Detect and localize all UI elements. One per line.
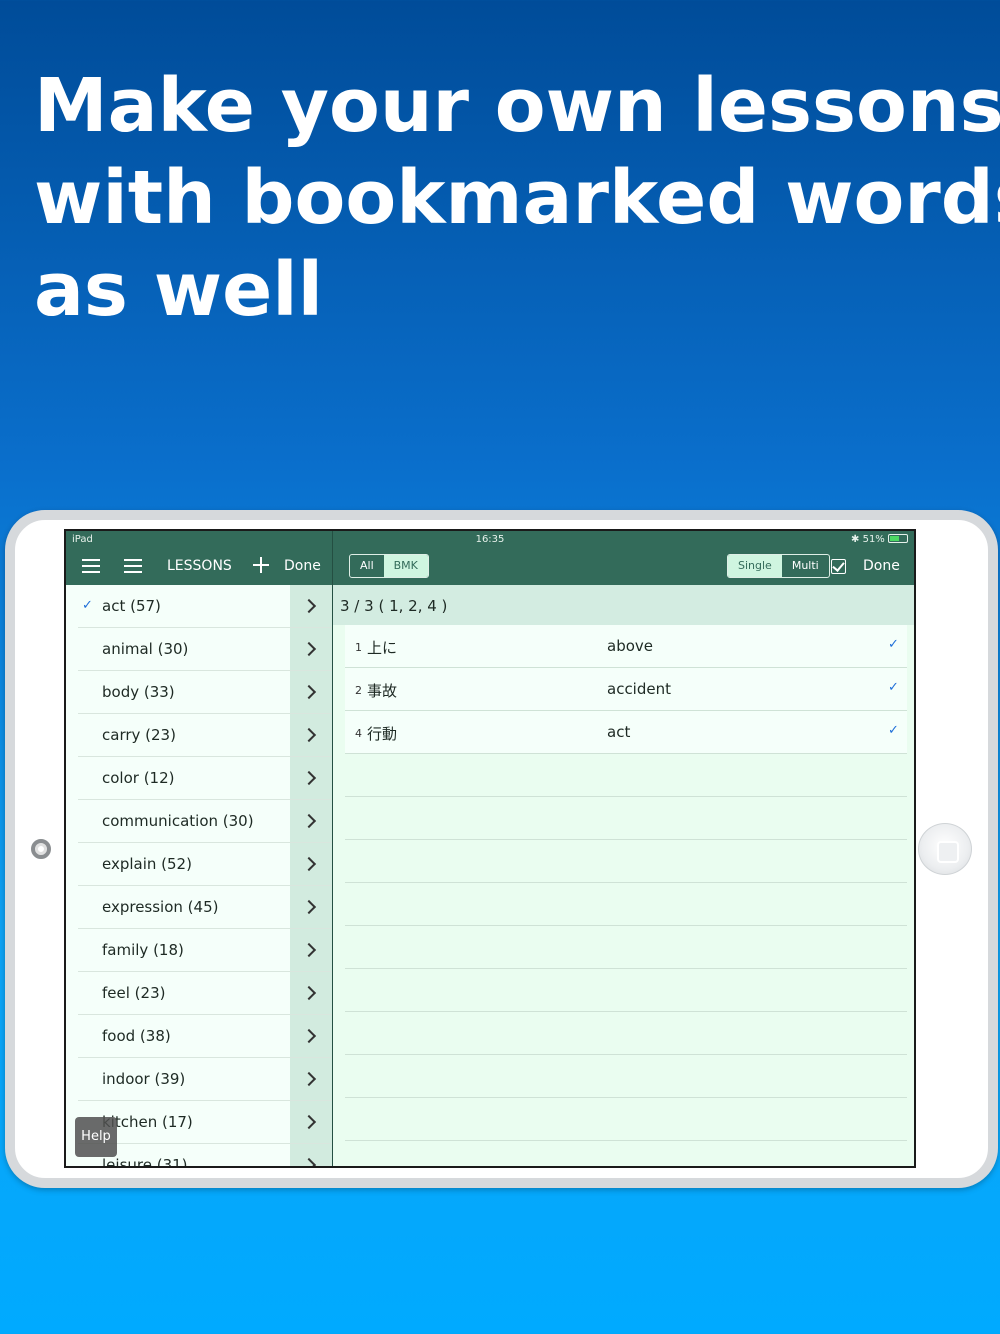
selection-summary: 3 / 3 ( 1, 2, 4 ) <box>333 585 914 625</box>
headline-line-3: as well <box>34 247 324 333</box>
bluetooth-icon: ✱ <box>851 534 860 545</box>
lesson-list: ✓ act (57) animal (30) body (33) carry (23) c… <box>66 585 332 1168</box>
word-row[interactable]: 2 事故 accident ✓ <box>345 668 907 711</box>
word-english: act <box>607 723 631 741</box>
word-number: 2 <box>355 684 362 697</box>
battery-icon <box>888 534 908 543</box>
empty-row <box>345 840 907 883</box>
headline-line-1: Make your own lessons <box>34 63 1000 149</box>
word-row[interactable]: 4 行動 act ✓ <box>345 711 907 754</box>
lesson-row[interactable]: ✓ act (57) <box>78 585 332 628</box>
empty-row <box>345 797 907 840</box>
lesson-label: carry (23) <box>102 726 176 744</box>
lesson-row[interactable]: body (33) <box>78 671 332 714</box>
lesson-label: color (12) <box>102 769 175 787</box>
lesson-label: family (18) <box>102 941 184 959</box>
list-icon[interactable] <box>124 559 142 573</box>
word-row[interactable]: 1 上に above ✓ <box>345 625 907 668</box>
lesson-label: food (38) <box>102 1027 171 1045</box>
help-button[interactable]: Help <box>75 1117 117 1157</box>
empty-row <box>345 754 907 797</box>
lesson-label: indoor (39) <box>102 1070 186 1088</box>
lesson-row[interactable]: feel (23) <box>78 972 332 1015</box>
battery-indicator: ✱ 51% <box>851 534 908 545</box>
empty-row <box>345 883 907 926</box>
mode-segmented-control: Single Multi <box>727 554 830 578</box>
mode-single-segment[interactable]: Single <box>728 555 782 577</box>
lesson-label: explain (52) <box>102 855 192 873</box>
battery-percent: 51% <box>862 534 885 545</box>
lesson-row[interactable]: animal (30) <box>78 628 332 671</box>
checkmark-icon: ✓ <box>888 723 899 738</box>
filter-bmk-segment[interactable]: BMK <box>383 555 428 577</box>
headline-line-2: with bookmarked words <box>34 155 1000 241</box>
checkbox-icon[interactable] <box>831 559 846 574</box>
word-english: above <box>607 637 653 655</box>
mode-multi-segment[interactable]: Multi <box>782 555 829 577</box>
word-japanese: 事故 <box>367 682 398 700</box>
empty-row <box>345 1012 907 1055</box>
lesson-row[interactable]: food (38) <box>78 1015 332 1058</box>
home-button[interactable] <box>918 823 972 875</box>
lesson-row[interactable]: communication (30) <box>78 800 332 843</box>
empty-row <box>345 969 907 1012</box>
word-japanese: 行動 <box>367 725 398 743</box>
checkmark-icon: ✓ <box>82 598 93 613</box>
filter-segmented-control: All BMK <box>349 554 429 578</box>
lessons-done-button[interactable]: Done <box>284 558 321 574</box>
filter-all-segment[interactable]: All <box>350 555 384 577</box>
lesson-label: feel (23) <box>102 984 166 1002</box>
word-japanese: 上に <box>367 639 398 657</box>
lesson-row[interactable]: explain (52) <box>78 843 332 886</box>
lesson-row[interactable]: carry (23) <box>78 714 332 757</box>
lessons-title: LESSONS <box>167 558 232 574</box>
app-screen: LESSONS Done All BMK Single Multi Done i… <box>64 529 916 1168</box>
menu-icon[interactable] <box>82 559 100 573</box>
lesson-label: communication (30) <box>102 812 254 830</box>
words-done-button[interactable]: Done <box>863 558 900 574</box>
word-number: 4 <box>355 727 362 740</box>
empty-row <box>345 926 907 969</box>
add-lesson-button[interactable] <box>252 556 270 574</box>
empty-row <box>345 1141 907 1166</box>
lesson-label: leisure (31) <box>102 1156 188 1168</box>
lesson-label: body (33) <box>102 683 175 701</box>
lesson-label: animal (30) <box>102 640 189 658</box>
checkmark-icon: ✓ <box>888 680 899 695</box>
empty-row <box>345 1098 907 1141</box>
checkmark-icon: ✓ <box>888 637 899 652</box>
lesson-label: act (57) <box>102 597 161 615</box>
headline: Make your own lessons with bookmarked wo… <box>34 60 1000 336</box>
lesson-row[interactable]: indoor (39) <box>78 1058 332 1101</box>
word-number: 1 <box>355 641 362 654</box>
lesson-label: expression (45) <box>102 898 219 916</box>
camera-icon <box>31 839 51 859</box>
lesson-row[interactable]: expression (45) <box>78 886 332 929</box>
empty-row <box>345 1055 907 1098</box>
word-english: accident <box>607 680 671 698</box>
word-list-pane: 3 / 3 ( 1, 2, 4 ) 1 上に above ✓ 2 事故 accident ✓ 4… <box>332 585 914 1166</box>
status-bar: iPad 16:35 ✱ 51% <box>66 531 914 549</box>
lesson-row[interactable]: family (18) <box>78 929 332 972</box>
clock: 16:35 <box>475 534 505 545</box>
lesson-row[interactable]: color (12) <box>78 757 332 800</box>
